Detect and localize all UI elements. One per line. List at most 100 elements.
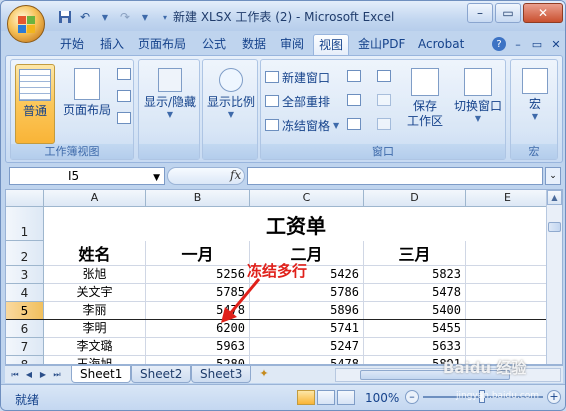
page-break-preview-icon[interactable] (117, 68, 131, 80)
tab-view[interactable]: 视图 (313, 34, 350, 55)
first-sheet-icon[interactable]: ⏮ (9, 368, 21, 381)
tab-page-layout[interactable]: 页面布局 (133, 34, 191, 55)
column-header[interactable]: A (44, 190, 146, 207)
scroll-up-icon[interactable]: ▲ (547, 190, 562, 205)
table-cell[interactable]: 5455 (364, 320, 466, 338)
table-cell[interactable]: 姓名 (44, 241, 146, 266)
row-header[interactable]: 8 (6, 356, 44, 364)
zoom-in-icon[interactable]: + (547, 390, 561, 404)
table-cell[interactable] (466, 338, 550, 356)
table-cell[interactable] (466, 284, 550, 302)
row-header[interactable]: 3 (6, 266, 44, 284)
page-break-status-icon[interactable] (337, 390, 355, 405)
office-button[interactable] (7, 5, 45, 43)
last-sheet-icon[interactable]: ⏭ (51, 368, 63, 381)
workbook-close-icon[interactable]: ✕ (549, 37, 563, 51)
row-header[interactable]: 2 (6, 241, 44, 266)
full-screen-icon[interactable] (117, 112, 131, 124)
maximize-button[interactable]: ▭ (495, 3, 521, 23)
switch-windows-button[interactable]: 切换窗口 ▼ (451, 64, 505, 123)
row-header[interactable]: 1 (6, 207, 44, 241)
macros-button[interactable]: 宏 ▼ (515, 64, 555, 121)
table-cell[interactable]: 李丽 (44, 302, 146, 320)
vertical-scrollbar[interactable]: ▲ (546, 190, 562, 364)
view-side-by-side-icon[interactable] (377, 70, 391, 82)
row-header[interactable]: 5 (6, 302, 44, 320)
split-icon[interactable] (347, 70, 361, 82)
sheet-tab-sheet3[interactable]: Sheet3 (191, 366, 252, 383)
table-cell[interactable] (466, 302, 550, 320)
table-cell[interactable]: 5478 (250, 356, 364, 364)
table-cell[interactable]: 5786 (250, 284, 364, 302)
row-header[interactable]: 6 (6, 320, 44, 338)
column-header[interactable]: E (466, 190, 550, 207)
tab-kingsoft-pdf[interactable]: 金山PDF (353, 34, 410, 55)
table-cell[interactable]: 5247 (250, 338, 364, 356)
name-box-dropdown-icon[interactable]: ▼ (153, 170, 160, 186)
page-layout-view-button[interactable]: 页面布局 (61, 64, 113, 118)
table-cell[interactable]: 张旭 (44, 266, 146, 284)
table-cell[interactable]: 王海旭 (44, 356, 146, 364)
tab-insert[interactable]: 插入 (95, 34, 129, 55)
table-cell[interactable] (466, 241, 550, 266)
table-cell[interactable]: 关文宇 (44, 284, 146, 302)
save-icon[interactable] (57, 9, 73, 25)
table-cell[interactable] (466, 320, 550, 338)
unhide-window-icon[interactable] (347, 118, 361, 130)
tab-home[interactable]: 开始 (55, 34, 89, 55)
custom-views-icon[interactable] (117, 90, 131, 102)
minimize-button[interactable]: – (467, 3, 493, 23)
help-icon[interactable]: ? (492, 37, 506, 51)
undo-dropdown-icon[interactable]: ▼ (97, 9, 113, 25)
arrange-all-button[interactable]: 全部重排 (265, 92, 330, 110)
sheet-tab-sheet2[interactable]: Sheet2 (131, 366, 192, 383)
table-cell[interactable]: 三月 (364, 241, 466, 266)
zoom-level[interactable]: 100% (365, 391, 399, 405)
tab-data[interactable]: 数据 (237, 34, 271, 55)
show-hide-button[interactable]: 显示/隐藏 ▼ (141, 64, 199, 119)
table-cell[interactable]: 5478 (364, 284, 466, 302)
formula-input[interactable] (247, 167, 543, 185)
column-header[interactable]: C (250, 190, 364, 207)
row-header[interactable]: 7 (6, 338, 44, 356)
undo-icon[interactable]: ↶ (77, 9, 93, 25)
table-cell[interactable]: 5963 (146, 338, 250, 356)
table-cell[interactable]: 5400 (364, 302, 466, 320)
redo-icon[interactable]: ↷ (117, 9, 133, 25)
sync-scroll-icon[interactable] (377, 94, 391, 106)
table-cell[interactable]: 李文璐 (44, 338, 146, 356)
table-cell[interactable]: 5823 (364, 266, 466, 284)
tab-acrobat[interactable]: Acrobat (413, 34, 469, 55)
page-layout-status-icon[interactable] (317, 390, 335, 405)
table-cell[interactable]: 一月 (146, 241, 250, 266)
redo-dropdown-icon[interactable]: ▼ (137, 9, 153, 25)
zoom-out-icon[interactable]: – (405, 390, 419, 404)
next-sheet-icon[interactable]: ▶ (37, 368, 49, 381)
table-cell[interactable]: 5741 (250, 320, 364, 338)
table-cell[interactable]: 李明 (44, 320, 146, 338)
table-cell[interactable]: 5633 (364, 338, 466, 356)
hide-window-icon[interactable] (347, 94, 361, 106)
ribbon-minimize-icon[interactable]: – (511, 37, 525, 51)
table-cell[interactable]: 5280 (146, 356, 250, 364)
select-all-corner[interactable] (6, 190, 44, 207)
freeze-panes-button[interactable]: 冻结窗格 ▼ (265, 116, 339, 134)
ribbon-restore-icon[interactable]: ▭ (530, 37, 544, 51)
table-cell[interactable]: 5896 (250, 302, 364, 320)
normal-view-button[interactable]: 普通 (15, 64, 55, 144)
tab-review[interactable]: 审阅 (275, 34, 309, 55)
sheet-title-cell[interactable]: 工资单 (44, 207, 548, 241)
save-workspace-button[interactable]: 保存 工作区 (401, 64, 449, 129)
column-header[interactable]: B (146, 190, 250, 207)
tab-formulas[interactable]: 公式 (197, 34, 231, 55)
normal-view-status-icon[interactable] (297, 390, 315, 405)
row-header[interactable]: 4 (6, 284, 44, 302)
vertical-scroll-thumb[interactable] (548, 222, 561, 232)
name-box[interactable]: I5 ▼ (9, 167, 165, 185)
close-button[interactable]: ✕ (523, 3, 563, 23)
zoom-button[interactable]: 显示比例 ▼ (203, 64, 259, 119)
prev-sheet-icon[interactable]: ◀ (23, 368, 35, 381)
new-window-button[interactable]: 新建窗口 (265, 68, 330, 86)
expand-formula-bar-icon[interactable]: ⌄ (545, 167, 561, 185)
column-header[interactable]: D (364, 190, 466, 207)
